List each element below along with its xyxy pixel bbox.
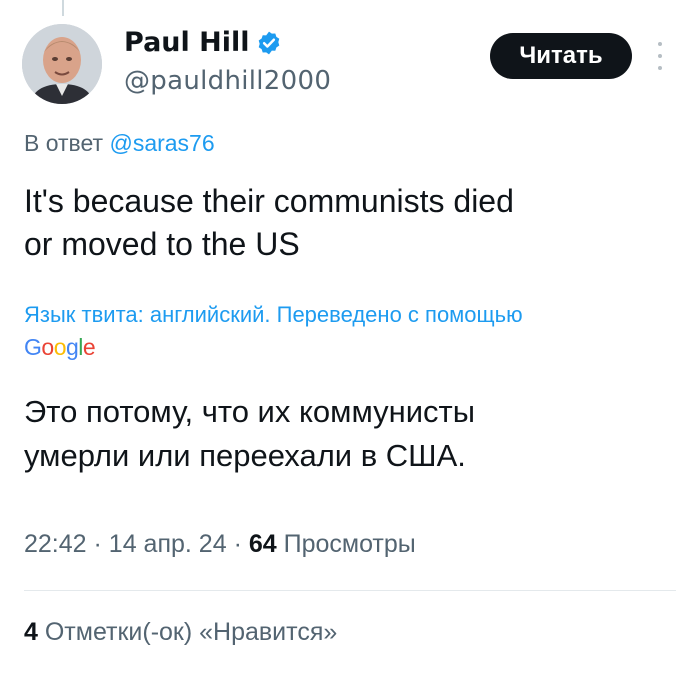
views-count: 64 <box>248 530 277 558</box>
follow-button[interactable]: Читать <box>490 33 632 79</box>
tweet-line: or moved to the US <box>24 226 300 262</box>
tweet-meta: 22:42 · 14 апр. 24 · 64 Просмотры <box>24 530 416 559</box>
thread-line <box>62 0 64 16</box>
tweet-line: It's because their communists died <box>24 183 514 219</box>
reply-to-link[interactable]: @saras76 <box>109 130 214 156</box>
author-handle[interactable]: @pauldhill2000 <box>124 66 331 96</box>
views-label: Просмотры <box>283 530 416 558</box>
reply-prefix: В ответ <box>24 130 104 156</box>
translated-line: Это потому, что их коммунисты <box>24 394 476 429</box>
verified-badge-icon <box>258 31 279 54</box>
tweet-text: It's because their communists died or mo… <box>24 180 674 266</box>
tweet-time[interactable]: 22:42 <box>24 530 87 558</box>
tweet-date[interactable]: 14 апр. 24 <box>109 530 227 558</box>
more-options-icon[interactable] <box>654 42 666 70</box>
avatar[interactable] <box>22 24 102 104</box>
meta-separator: · <box>93 530 109 558</box>
divider <box>24 590 676 591</box>
translated-text: Это потому, что их коммунисты умерли или… <box>24 390 674 478</box>
translation-note[interactable]: Язык твита: английский. Переведено с пом… <box>24 300 684 330</box>
likes-label: Отметки(-ок) «Нравится» <box>44 618 338 646</box>
author-name-text: Paul Hill <box>124 27 250 58</box>
meta-separator: · <box>233 530 249 558</box>
reply-context: В ответ @saras76 <box>24 130 215 157</box>
likes-stat[interactable]: 4 Отметки(-ок) «Нравится» <box>24 618 337 647</box>
likes-count: 4 <box>24 618 38 646</box>
author-name[interactable]: Paul Hill <box>124 27 282 58</box>
google-logo: Google <box>24 334 96 360</box>
avatar-photo <box>22 24 102 104</box>
translated-line: умерли или переехали в США. <box>24 438 466 473</box>
